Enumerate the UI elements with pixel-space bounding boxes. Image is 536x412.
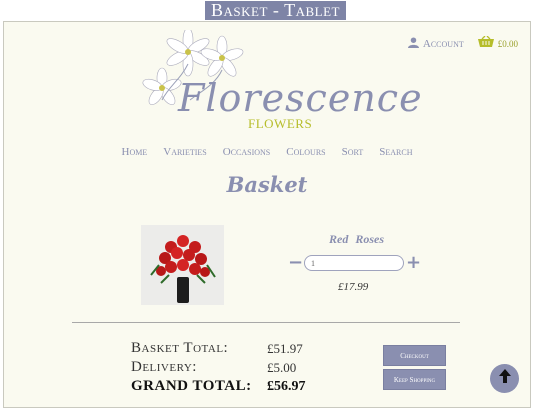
logo-subtitle: FLOWERS [248,116,313,131]
nav-item-varieties[interactable]: Varieties [163,146,207,158]
keep-shopping-button[interactable]: Keep Shopping [383,369,446,390]
account-link[interactable]: Account [407,36,464,51]
page-title: Basket [226,172,308,197]
basket-amount: £0.00 [497,38,518,49]
user-icon [407,36,419,51]
checkout-button[interactable]: Checkout [383,345,446,366]
product-image[interactable] [141,225,224,305]
nav-item-colours[interactable]: Colours [286,146,325,158]
nav-item-home[interactable]: Home [122,146,148,158]
nav-item-search[interactable]: Search [379,146,412,158]
red-roses-bouquet-image [141,225,224,305]
order-totals: Basket Total: £51.97 Delivery: £5.00 GRA… [131,339,306,396]
product-name[interactable]: Red Roses [304,232,409,247]
divider [72,322,460,323]
grand-total-label: GRAND TOTAL: [131,378,252,394]
main-nav: Home Varieties Occasions Colours Sort Se… [4,146,530,158]
nav-item-sort[interactable]: Sort [342,146,364,158]
arrow-up-icon [497,368,513,389]
delivery-label: Delivery: [131,359,197,375]
grand-total-value: £56.97 [267,378,306,394]
page-frame: Account £0.00 Florescence FLOWERS Home V… [3,21,531,408]
basket-icon [477,35,494,51]
account-label: Account [422,37,464,50]
basket-link[interactable]: £0.00 [477,35,518,51]
increase-quantity-button[interactable]: + [406,254,421,272]
quantity-stepper: − 1 + [288,254,421,272]
decrease-quantity-button[interactable]: − [288,254,303,272]
delivery-value: £5.00 [267,359,297,375]
product-price: £17.99 [338,281,369,293]
page-label: Basket - Tablet [205,1,346,20]
basket-total-value: £51.97 [267,340,303,356]
scroll-to-top-button[interactable] [490,364,519,393]
nav-item-occasions[interactable]: Occasions [223,146,271,158]
quantity-input[interactable]: 1 [304,255,404,271]
topbar: Account £0.00 [407,35,518,51]
logo-title: Florescence [178,76,423,120]
basket-total-label: Basket Total: [131,340,229,356]
